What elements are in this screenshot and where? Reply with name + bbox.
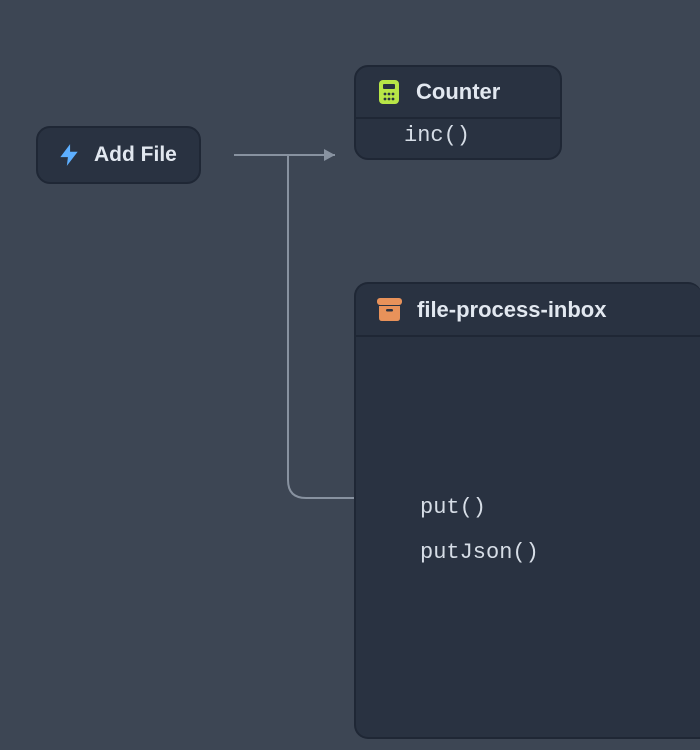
method-put[interactable]: put(): [356, 337, 700, 532]
counter-node[interactable]: Counter inc(): [354, 65, 562, 160]
trigger-label: Add File: [94, 143, 177, 167]
counter-body: inc(): [356, 119, 560, 158]
inbox-header: file-process-inbox: [356, 284, 700, 337]
diagram-canvas: Add File Counter inc(): [0, 0, 700, 750]
method-putjson[interactable]: putJson(): [356, 532, 700, 577]
counter-header: Counter: [356, 67, 560, 119]
counter-title: Counter: [416, 79, 500, 105]
inbox-title: file-process-inbox: [417, 297, 606, 323]
trigger-node[interactable]: Add File: [36, 126, 201, 184]
lightning-icon: [56, 142, 82, 168]
archive-icon: [376, 296, 403, 323]
method-inc[interactable]: inc(): [356, 119, 560, 158]
inbox-node[interactable]: file-process-inbox put() putJson(): [354, 282, 700, 739]
calculator-icon: [376, 79, 402, 105]
arrowhead-counter: [324, 149, 335, 161]
inbox-body: put() putJson(): [356, 337, 700, 737]
